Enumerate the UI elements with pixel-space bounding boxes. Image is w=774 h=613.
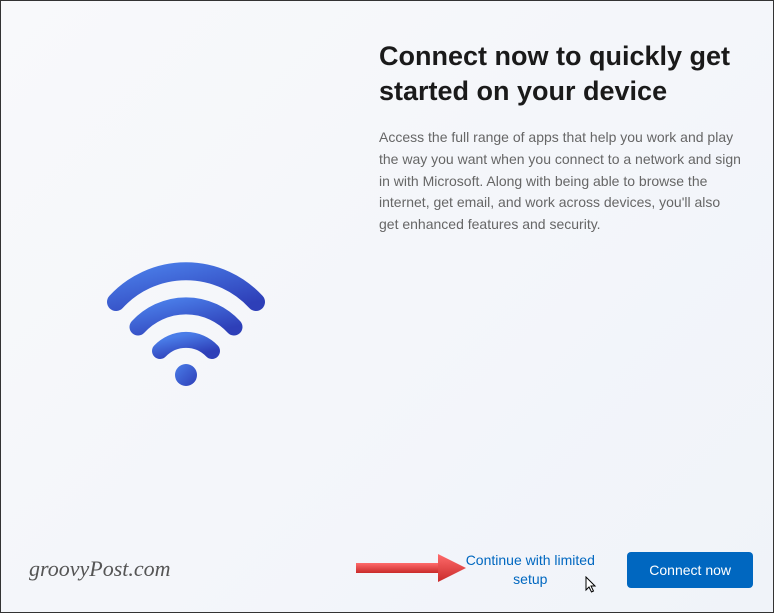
footer-actions: Continue with limited setup Connect now bbox=[455, 551, 753, 590]
content-panel: Connect now to quickly get started on yo… bbox=[371, 1, 773, 612]
cursor-icon bbox=[585, 576, 597, 594]
oobe-network-screen: Connect now to quickly get started on yo… bbox=[1, 1, 773, 612]
illustration-panel bbox=[1, 1, 371, 612]
page-title: Connect now to quickly get started on yo… bbox=[379, 39, 743, 109]
page-description: Access the full range of apps that help … bbox=[379, 127, 743, 235]
connect-now-button[interactable]: Connect now bbox=[627, 552, 753, 588]
arrow-annotation-icon bbox=[356, 554, 466, 582]
watermark-text: groovyPost.com bbox=[29, 556, 171, 582]
wifi-icon bbox=[106, 257, 266, 387]
continue-limited-link[interactable]: Continue with limited setup bbox=[455, 551, 605, 590]
